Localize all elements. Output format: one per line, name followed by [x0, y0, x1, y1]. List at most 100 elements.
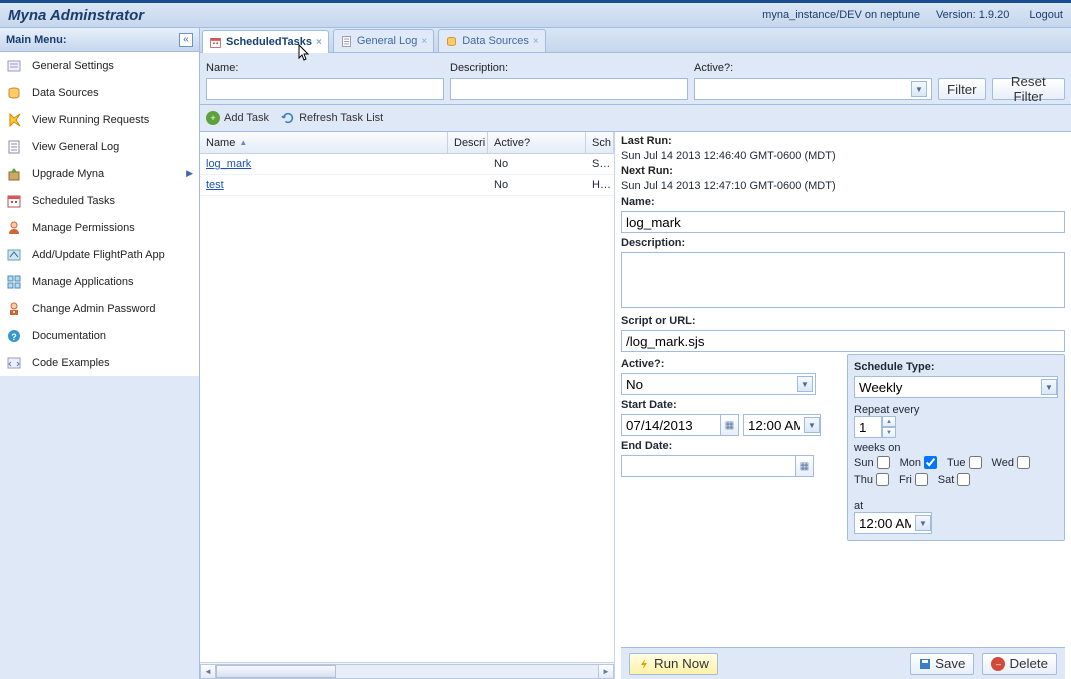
- sidebar-item-label: Manage Applications: [32, 276, 134, 288]
- close-icon[interactable]: ×: [316, 37, 322, 48]
- name-input[interactable]: [621, 211, 1065, 233]
- collapse-sidebar-button[interactable]: «: [179, 33, 193, 47]
- day-checkbox[interactable]: [877, 456, 890, 469]
- filter-button[interactable]: Filter: [938, 78, 986, 100]
- add-task-button[interactable]: + Add Task: [206, 111, 269, 125]
- scroll-left-icon[interactable]: ◄: [200, 664, 216, 679]
- sidebar-item-upgrade[interactable]: Upgrade Myna ▶: [0, 160, 199, 187]
- scroll-thumb[interactable]: [216, 665, 336, 678]
- col-name[interactable]: Name: [200, 132, 448, 153]
- refresh-button[interactable]: Refresh Task List: [281, 111, 383, 125]
- sidebar-item-log[interactable]: View General Log: [0, 133, 199, 160]
- close-icon[interactable]: ×: [533, 36, 539, 47]
- horizontal-scrollbar[interactable]: ◄ ►: [200, 662, 614, 679]
- tab-scheduledtasks[interactable]: ScheduledTasks×: [202, 30, 329, 53]
- sidebar: Main Menu: « General SettingsData Source…: [0, 28, 200, 679]
- chevron-down-icon[interactable]: ▼: [804, 417, 820, 433]
- schedule-type-label: Schedule Type:: [854, 361, 1058, 373]
- desc-textarea[interactable]: [621, 252, 1065, 308]
- sidebar-item-password[interactable]: Change Admin Password: [0, 295, 199, 322]
- sidebar-item-apps[interactable]: Manage Applications: [0, 268, 199, 295]
- schedule-icon: [209, 36, 222, 49]
- table-row[interactable]: testNoHou: [200, 175, 614, 196]
- scroll-right-icon[interactable]: ►: [598, 664, 614, 679]
- chevron-down-icon[interactable]: ▼: [915, 515, 931, 531]
- day-fri[interactable]: Fri: [899, 473, 928, 486]
- chevron-right-icon: ▶: [186, 168, 193, 179]
- save-button[interactable]: Save: [910, 653, 974, 675]
- delete-icon: –: [991, 657, 1005, 671]
- filter-name-input[interactable]: [206, 78, 444, 100]
- day-thu[interactable]: Thu: [854, 473, 889, 486]
- sidebar-item-running[interactable]: View Running Requests: [0, 106, 199, 133]
- filter-active-combo[interactable]: ▼: [694, 78, 932, 100]
- col-sched[interactable]: Sch: [586, 132, 614, 153]
- day-checkbox[interactable]: [924, 456, 937, 469]
- task-link[interactable]: test: [206, 179, 224, 191]
- chevron-down-icon[interactable]: ▼: [797, 376, 813, 392]
- settings-icon: [6, 58, 22, 74]
- tab-data-sources[interactable]: Data Sources ×: [438, 29, 546, 52]
- tab-label: Data Sources: [462, 35, 529, 47]
- start-time-combo[interactable]: ▼: [743, 414, 821, 436]
- day-sun[interactable]: Sun: [854, 456, 890, 469]
- active-combo[interactable]: ▼: [621, 373, 816, 395]
- log-icon: [6, 139, 22, 155]
- sidebar-item-schedule[interactable]: Scheduled Tasks: [0, 187, 199, 214]
- tab-general-log[interactable]: General Log×: [333, 29, 434, 52]
- day-checkbox[interactable]: [915, 473, 928, 486]
- app-header: Myna Adminstrator myna_instance/DEV on n…: [0, 3, 1071, 28]
- grid-header: Name Descri Active? Sch: [200, 132, 614, 154]
- version-label: Version: 1.9.20: [936, 9, 1009, 21]
- day-checkbox[interactable]: [876, 473, 889, 486]
- day-checkbox[interactable]: [969, 456, 982, 469]
- chevron-down-icon[interactable]: ▼: [1041, 379, 1057, 395]
- day-tue[interactable]: Tue: [947, 456, 982, 469]
- repeat-spinner[interactable]: ▲▼: [854, 416, 896, 438]
- end-date-input[interactable]: ▦: [621, 455, 814, 477]
- end-date-label: End Date:: [621, 440, 839, 452]
- spinner-up-icon[interactable]: ▲: [882, 416, 896, 427]
- chevron-down-icon[interactable]: ▼: [911, 81, 927, 97]
- calendar-icon[interactable]: ▦: [796, 455, 814, 477]
- detail-footer: Run Now Save – Delete: [621, 647, 1065, 679]
- sidebar-item-datasource[interactable]: Data Sources: [0, 79, 199, 106]
- script-field-label: Script or URL:: [621, 315, 1065, 327]
- schedule-panel: Schedule Type: ▼ Repeat every ▲▼: [847, 354, 1065, 541]
- tabbar: ScheduledTasks×General Log× Data Sources ×: [200, 28, 1071, 53]
- day-checkbox[interactable]: [957, 473, 970, 486]
- day-mon[interactable]: Mon: [900, 456, 937, 469]
- col-desc[interactable]: Descri: [448, 132, 488, 153]
- start-date-label: Start Date:: [621, 399, 839, 411]
- sidebar-item-flightpath[interactable]: Add/Update FlightPath App: [0, 241, 199, 268]
- sidebar-item-docs[interactable]: ?Documentation: [0, 322, 199, 349]
- day-wed[interactable]: Wed: [992, 456, 1030, 469]
- start-date-input[interactable]: ▦: [621, 414, 739, 436]
- day-checkbox[interactable]: [1017, 456, 1030, 469]
- lightning-icon: [638, 658, 650, 670]
- save-icon: [919, 658, 931, 670]
- table-row[interactable]: log_markNoSim: [200, 154, 614, 175]
- day-sat[interactable]: Sat: [938, 473, 971, 486]
- calendar-icon[interactable]: ▦: [721, 414, 739, 436]
- repeat-label: Repeat every: [854, 404, 1058, 416]
- docs-icon: ?: [6, 328, 22, 344]
- run-now-button[interactable]: Run Now: [629, 653, 718, 675]
- schedule-type-combo[interactable]: ▼: [854, 376, 1058, 398]
- col-active[interactable]: Active?: [488, 132, 586, 153]
- filter-desc-input[interactable]: [450, 78, 688, 100]
- close-icon[interactable]: ×: [421, 36, 427, 47]
- sidebar-item-permissions[interactable]: Manage Permissions: [0, 214, 199, 241]
- sidebar-item-settings[interactable]: General Settings: [0, 52, 199, 79]
- reset-filter-button[interactable]: Reset Filter: [992, 78, 1065, 100]
- app-title: Myna Adminstrator: [8, 7, 762, 24]
- delete-button[interactable]: – Delete: [982, 653, 1057, 675]
- at-time-combo[interactable]: ▼: [854, 512, 932, 534]
- sidebar-item-examples[interactable]: Code Examples: [0, 349, 199, 376]
- spinner-down-icon[interactable]: ▼: [882, 427, 896, 438]
- script-input[interactable]: [621, 330, 1065, 352]
- sidebar-item-label: Upgrade Myna: [32, 168, 104, 180]
- task-link[interactable]: log_mark: [206, 158, 251, 170]
- password-icon: [6, 301, 22, 317]
- logout-button[interactable]: Logout: [1025, 9, 1063, 21]
